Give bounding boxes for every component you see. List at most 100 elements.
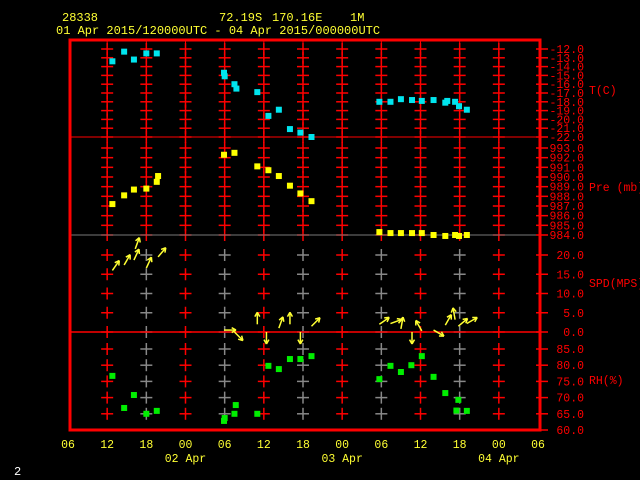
pressure-point xyxy=(387,230,394,237)
y-tick-label: 80.0 xyxy=(556,360,584,373)
temperature-point xyxy=(456,103,463,110)
temperature-point xyxy=(376,98,383,105)
x-tick-label: 00 xyxy=(492,439,506,452)
rh-point xyxy=(297,356,304,363)
rh-point xyxy=(418,353,425,360)
temperature-point xyxy=(430,97,437,104)
temperature-point xyxy=(275,106,282,113)
rh-point xyxy=(275,366,282,373)
x-tick-label: 12 xyxy=(414,439,428,452)
temperature-point xyxy=(130,56,137,63)
temperature-point xyxy=(109,58,116,65)
temperature-point xyxy=(463,106,470,113)
x-tick-label: 00 xyxy=(335,439,349,452)
y-tick-label: 15.0 xyxy=(556,269,584,282)
date-label: 04 Apr xyxy=(478,453,519,466)
x-tick-label: 18 xyxy=(453,439,467,452)
x-tick-label: 06 xyxy=(218,439,232,452)
temperature-point xyxy=(444,97,451,104)
pressure-point xyxy=(121,192,128,199)
pressure-point xyxy=(153,178,160,185)
temperature-point xyxy=(121,48,128,55)
temperature-point xyxy=(143,50,150,57)
axis-label-temperature: T(C) xyxy=(589,85,617,98)
pressure-point xyxy=(130,186,137,193)
rh-point xyxy=(397,369,404,376)
wind-arrow-head xyxy=(450,307,454,313)
temperature-point xyxy=(221,73,228,80)
temperature-point xyxy=(286,126,293,133)
pressure-point xyxy=(109,201,116,208)
pressure-point xyxy=(308,198,315,205)
x-tick-label: 18 xyxy=(139,439,153,452)
rh-point xyxy=(153,407,160,414)
date-label: 02 Apr xyxy=(165,453,206,466)
y-tick-label: 10.0 xyxy=(556,289,584,302)
rh-point xyxy=(463,407,470,414)
pressure-point xyxy=(143,185,150,192)
rh-point xyxy=(231,410,238,417)
pressure-point xyxy=(456,232,463,239)
rh-point xyxy=(455,396,462,403)
pressure-point xyxy=(254,163,261,170)
x-tick-label: 06 xyxy=(374,439,388,452)
pressure-point xyxy=(376,229,383,236)
pressure-point xyxy=(430,232,437,238)
axis-label-pressure: Pre (mb) xyxy=(589,182,640,195)
rh-point xyxy=(387,362,394,369)
y-tick-label: 75.0 xyxy=(556,376,584,389)
rh-point xyxy=(442,390,449,397)
temperature-point xyxy=(397,96,404,103)
pressure-point xyxy=(463,232,470,238)
temperature-point xyxy=(409,97,416,104)
wind-arrow-head xyxy=(462,317,468,321)
rh-point xyxy=(121,404,128,411)
temperature-point xyxy=(254,89,261,96)
y-tick-label: 984.0 xyxy=(549,230,584,243)
x-tick-label: 06 xyxy=(61,439,75,452)
rh-point xyxy=(265,362,272,369)
rh-point xyxy=(221,415,228,422)
y-tick-label: 65.0 xyxy=(556,409,584,422)
rh-point xyxy=(286,356,293,363)
rh-point xyxy=(109,372,116,379)
x-tick-label: 12 xyxy=(100,439,114,452)
y-tick-label: 5.0 xyxy=(563,308,584,321)
pressure-point xyxy=(286,182,293,189)
temperature-point xyxy=(297,129,304,136)
rh-point xyxy=(453,407,460,414)
y-tick-label: 20.0 xyxy=(556,250,584,263)
temperature-point xyxy=(387,98,394,105)
y-tick-label: 0.0 xyxy=(563,327,584,340)
temperature-point xyxy=(233,85,240,92)
x-tick-label: 00 xyxy=(179,439,193,452)
meteogram-chart: -12.0-13.0-14.0-15.0-16.0-17.0-18.0-19.0… xyxy=(61,38,640,466)
pressure-point xyxy=(265,167,272,174)
rh-point xyxy=(143,410,150,417)
date-label: 03 Apr xyxy=(321,453,362,466)
rh-point xyxy=(308,353,315,360)
axis-label-wind: SPD(MPS) xyxy=(589,278,640,291)
x-tick-label: 12 xyxy=(257,439,271,452)
rh-point xyxy=(408,362,415,369)
pressure-point xyxy=(231,149,238,156)
rh-point xyxy=(254,410,261,417)
pressure-point xyxy=(297,190,304,197)
rh-point xyxy=(376,376,383,383)
pressure-point xyxy=(442,232,449,239)
x-tick-label: 06 xyxy=(531,439,545,452)
pressure-point xyxy=(275,173,282,180)
rh-point xyxy=(430,373,437,380)
temperature-point xyxy=(418,97,425,104)
pressure-point xyxy=(397,230,404,237)
pressure-point xyxy=(418,230,425,237)
temperature-point xyxy=(265,112,272,119)
pressure-point xyxy=(155,173,162,180)
temperature-point xyxy=(153,50,160,57)
rh-point xyxy=(130,392,137,399)
pressure-point xyxy=(409,230,416,237)
x-tick-label: 18 xyxy=(296,439,310,452)
y-tick-label: 70.0 xyxy=(556,393,584,406)
temperature-point xyxy=(308,134,315,140)
axis-label-rh: RH(%) xyxy=(589,375,624,388)
